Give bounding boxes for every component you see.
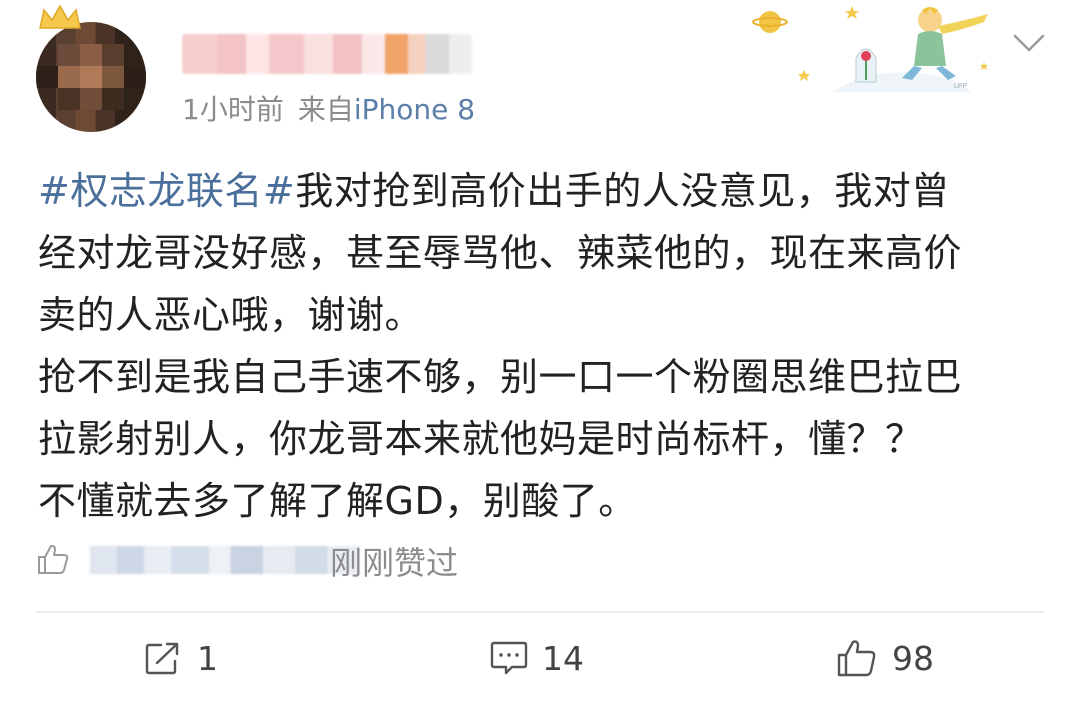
liked-just-now-text: 刚刚赞过	[330, 544, 459, 582]
post-device[interactable]: iPhone 8	[354, 93, 475, 126]
comment-icon	[490, 641, 528, 675]
avatar[interactable]	[36, 22, 146, 132]
post-meta: 1小时前 来自iPhone 8	[182, 88, 475, 128]
username-blurred[interactable]	[182, 34, 472, 74]
hashtag-link[interactable]: #权志龙联名#	[38, 169, 295, 213]
post-line: 抢不到是我自己手速不够，别一口一个粉圈思维巴拉巴	[38, 355, 963, 399]
weibo-post-card: 1小时前 来自iPhone 8 LPP #权志龙联名#我对抢到高价出手的人没意见，…	[0, 0, 1080, 708]
card-decoration: LPP	[752, 6, 988, 92]
post-source-prefix: 来自	[297, 93, 354, 126]
repost-button[interactable]: 1	[145, 634, 218, 682]
crown-icon	[39, 4, 81, 29]
post-line: #权志龙联名#我对抢到高价出手的人没意见，我对曾	[38, 160, 1048, 222]
post-line: 不懂就去多了解了解GD，别酸了。	[38, 479, 637, 523]
recent-likes-row: 刚刚赞过	[36, 536, 1046, 582]
post-line: 拉影射别人，你龙哥本来就他妈是时尚标杆，懂？？	[38, 417, 924, 461]
repost-icon	[145, 642, 179, 675]
post-body: #权志龙联名#我对抢到高价出手的人没意见，我对曾 经对龙哥没好感，甚至辱骂他、辣…	[38, 160, 1048, 532]
chevron-down-icon[interactable]	[1012, 32, 1046, 54]
post-line: 卖的人恶心哦，谢谢。	[38, 293, 424, 337]
post-line: 经对龙哥没好感，甚至辱骂他、辣菜他的，现在来高价	[38, 231, 963, 275]
svg-text:LPP: LPP	[954, 83, 968, 90]
post-line-text: 我对抢到高价出手的人没意见，我对曾	[295, 169, 950, 213]
post-time: 1小时前	[182, 93, 284, 126]
likers-names-blurred[interactable]	[90, 546, 360, 574]
repost-count: 1	[197, 638, 218, 678]
comment-button[interactable]: 14	[490, 634, 584, 682]
divider	[36, 611, 1044, 613]
thumbs-up-icon	[837, 640, 876, 677]
thumbs-up-icon	[38, 544, 69, 574]
comment-count: 14	[542, 638, 584, 678]
like-count: 98	[892, 638, 934, 678]
like-button[interactable]: 98	[836, 634, 934, 682]
